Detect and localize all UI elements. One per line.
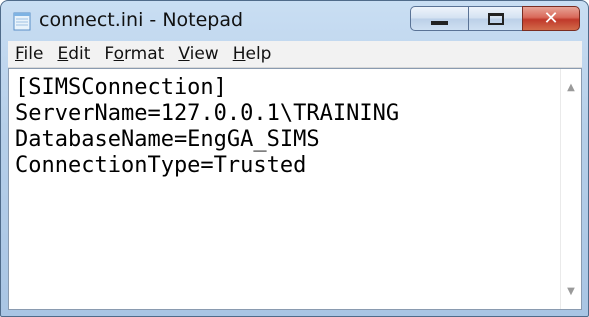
scroll-down-arrow-icon[interactable]: ▼ bbox=[561, 281, 581, 301]
text-line: ServerName=127.0.0.1\TRAINING bbox=[15, 101, 400, 126]
caption-buttons: ✕ bbox=[410, 6, 580, 33]
close-button[interactable]: ✕ bbox=[522, 6, 580, 31]
text-line: [SIMSConnection] bbox=[15, 75, 227, 100]
vertical-scrollbar[interactable]: ▲ ▼ bbox=[560, 69, 581, 309]
minimize-button[interactable] bbox=[410, 6, 468, 31]
title-bar[interactable]: connect.ini - Notepad ✕ bbox=[1, 1, 588, 41]
editor-text[interactable]: [SIMSConnection] ServerName=127.0.0.1\TRA… bbox=[15, 75, 557, 309]
text-line: DatabaseName=EngGA_SIMS bbox=[15, 127, 320, 152]
text-line: ConnectionType=Trusted bbox=[15, 153, 307, 178]
menu-bar: File Edit Format View Help bbox=[8, 41, 582, 68]
menu-format[interactable]: Format bbox=[97, 44, 171, 64]
scroll-up-arrow-icon[interactable]: ▲ bbox=[561, 77, 581, 97]
menu-file[interactable]: File bbox=[8, 44, 50, 64]
menu-edit[interactable]: Edit bbox=[50, 44, 97, 64]
notepad-window: connect.ini - Notepad ✕ File Edit Format… bbox=[0, 0, 589, 317]
close-icon: ✕ bbox=[543, 8, 559, 29]
minimize-icon bbox=[431, 20, 448, 25]
menu-help[interactable]: Help bbox=[226, 44, 279, 64]
text-editor[interactable]: [SIMSConnection] ServerName=127.0.0.1\TRA… bbox=[8, 68, 582, 310]
maximize-button[interactable] bbox=[468, 6, 522, 31]
notepad-icon bbox=[13, 12, 31, 31]
menu-view[interactable]: View bbox=[171, 44, 225, 64]
maximize-icon bbox=[487, 12, 504, 25]
window-title: connect.ini - Notepad bbox=[39, 9, 244, 31]
